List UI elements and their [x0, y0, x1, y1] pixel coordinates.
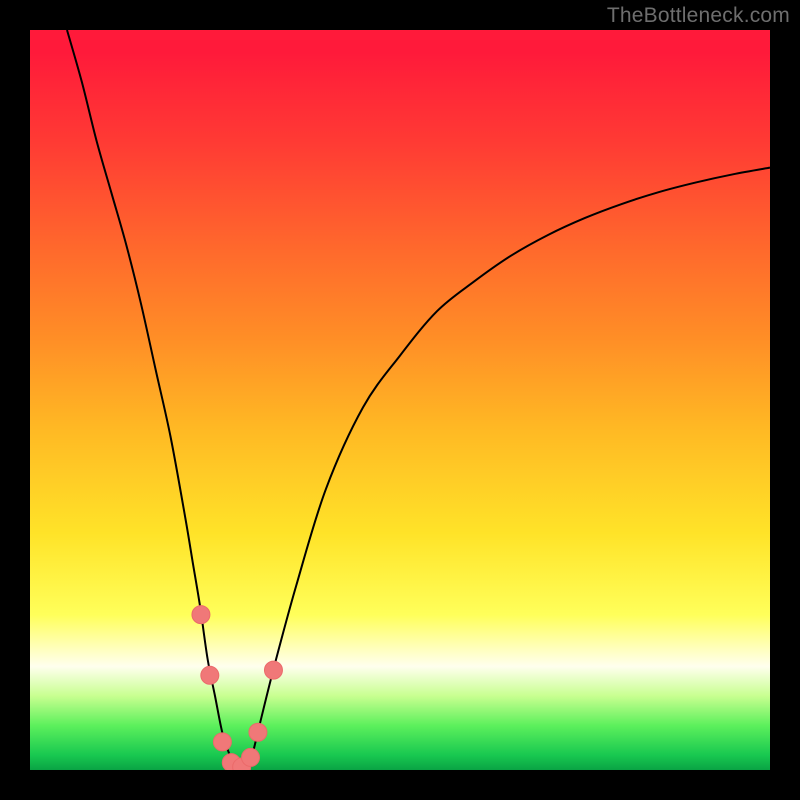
- curve-marker: [192, 606, 210, 624]
- curve-marker: [213, 733, 231, 751]
- curve-marker: [264, 661, 282, 679]
- chart-plot-area: [30, 30, 770, 770]
- chart-svg: [30, 30, 770, 770]
- curve-marker: [249, 723, 267, 741]
- curve-line: [67, 30, 770, 770]
- curve-marker: [242, 748, 260, 766]
- curve-marker: [201, 666, 219, 684]
- watermark-text: TheBottleneck.com: [607, 4, 790, 28]
- chart-frame: TheBottleneck.com: [0, 0, 800, 800]
